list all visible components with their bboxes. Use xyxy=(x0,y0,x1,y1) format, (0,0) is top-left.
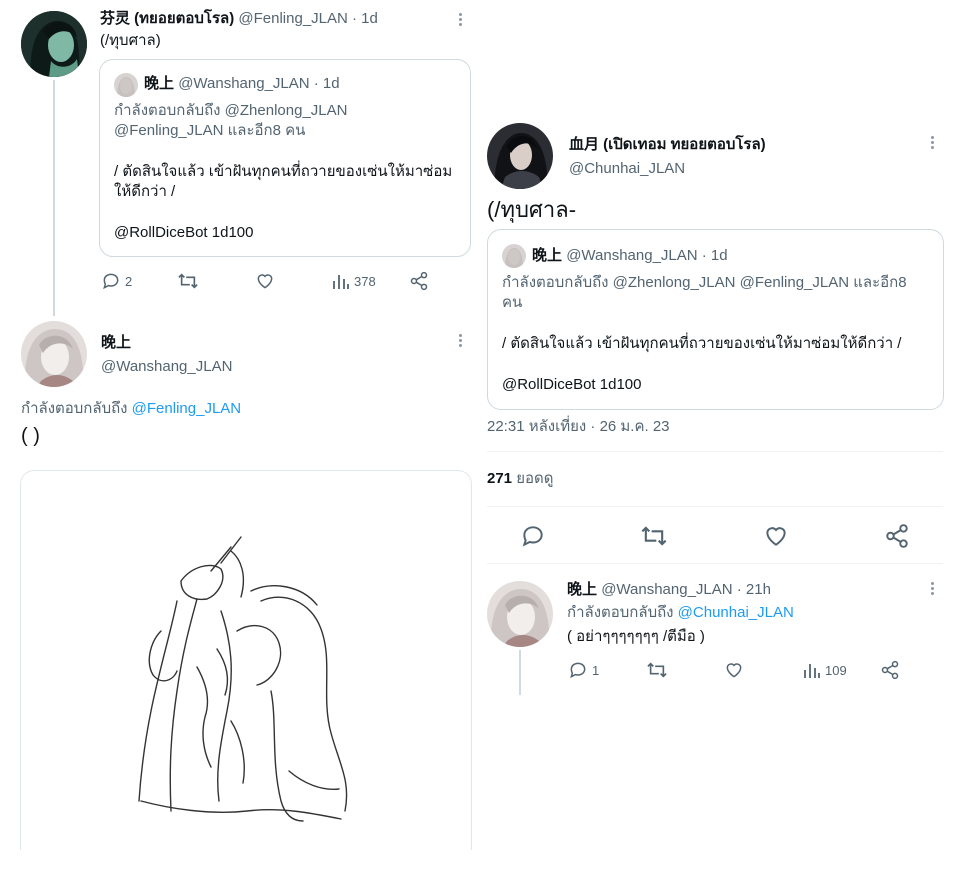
views-count: 109 xyxy=(825,662,847,678)
quoted-reply-context-1: กำลังตอบกลับถึง @Zhenlong_JLAN xyxy=(114,102,348,119)
sketch-drawing xyxy=(138,536,348,822)
tweet2-text: ( ) xyxy=(21,425,40,447)
like-button[interactable] xyxy=(763,523,789,549)
retweet-icon xyxy=(641,526,667,546)
like-button[interactable] xyxy=(255,271,275,291)
views-icon xyxy=(804,664,820,678)
like-button[interactable] xyxy=(724,660,744,680)
reply-button[interactable]: 2 xyxy=(101,271,132,291)
tweet-author-handle-time[interactable]: @Fenling_JLAN · 1d xyxy=(238,10,377,27)
quoted-reply-context-1: กำลังตอบกลับถึง @Zhenlong_JLAN @Fenling_… xyxy=(502,274,907,291)
main-author-name[interactable]: 血月 (เปิดเทอม ทยอยตอบโรล) xyxy=(569,135,766,155)
share-button[interactable] xyxy=(884,523,910,549)
divider xyxy=(487,563,943,564)
views-icon xyxy=(333,275,349,289)
quoted-avatar-image xyxy=(114,73,138,97)
reply-icon xyxy=(103,273,119,290)
reply-count: 1 xyxy=(592,662,600,678)
avatar-chunhai[interactable] xyxy=(487,123,553,189)
retweet-button[interactable] xyxy=(640,523,668,549)
quoted-body-line-3: @RollDiceBot 1d100 xyxy=(114,224,254,241)
reply-context-mention[interactable]: @Fenling_JLAN xyxy=(132,400,241,417)
quoted-author-handle-time: @Wanshang_JLAN · 1d xyxy=(178,75,340,92)
heart-icon xyxy=(726,663,742,678)
quoted-body-line-1: / ตัดสินใจแล้ว เข้าฝันทุกคนที่ถวายของเซ่… xyxy=(114,163,453,180)
reply-icon xyxy=(570,662,586,679)
reply-context-mention[interactable]: @Chunhai_JLAN xyxy=(678,604,794,621)
main-tweet-text: (/ทุบศาล- xyxy=(487,197,577,222)
quoted-reply-context-2: คน xyxy=(502,294,523,311)
reply-button[interactable] xyxy=(520,523,546,549)
tweet2-author-name[interactable]: 晚上 xyxy=(101,333,131,353)
tweet-timestamp[interactable]: 22:31 หลังเที่ยง · 26 ม.ค. 23 xyxy=(487,417,670,437)
thread-connector-line xyxy=(53,80,55,316)
reply-icon xyxy=(522,526,543,547)
thread-connector-line xyxy=(519,650,521,695)
heart-icon xyxy=(257,274,273,289)
views-button[interactable]: 109 xyxy=(803,660,847,680)
avatar-fenling[interactable] xyxy=(21,11,87,77)
reply-button[interactable]: 1 xyxy=(568,660,599,680)
reply-author-name[interactable]: 晚上 xyxy=(567,581,597,598)
avatar-chunhai-image xyxy=(487,123,553,189)
heart-icon xyxy=(766,527,786,546)
avatar-wanshang-image xyxy=(487,581,553,647)
retweet-icon xyxy=(178,273,198,289)
share-icon xyxy=(881,660,899,680)
views-number: 271 xyxy=(487,470,513,487)
quoted-author-handle-time: @Wanshang_JLAN · 1d xyxy=(566,247,728,264)
quoted-body-line-1: / ตัดสินใจแล้ว เข้าฝันทุกคนที่ถวายของเซ่… xyxy=(502,335,902,352)
quoted-avatar xyxy=(502,244,526,268)
retweet-button[interactable] xyxy=(177,271,199,291)
avatar-fenling-image xyxy=(21,11,87,77)
tweet2-author-handle[interactable]: @Wanshang_JLAN xyxy=(101,357,232,377)
quoted-body-line-2: ให้ดีกว่า / xyxy=(114,183,176,200)
more-options-icon[interactable] xyxy=(459,13,463,28)
quoted-author-name: 晚上 xyxy=(532,247,563,264)
retweet-button[interactable] xyxy=(646,660,668,680)
more-options-icon[interactable] xyxy=(459,334,463,349)
tweet-author-name[interactable]: 芬灵 (ทยอยตอบโรล) xyxy=(100,10,234,27)
quoted-avatar xyxy=(114,73,138,97)
more-options-icon[interactable] xyxy=(931,582,935,597)
divider xyxy=(487,451,943,452)
reply-context-prefix: กำลังตอบกลับถึง xyxy=(21,400,128,417)
more-options-icon[interactable] xyxy=(931,136,935,151)
tweet-text: (/ทุบศาล) xyxy=(100,32,161,49)
divider xyxy=(487,506,943,507)
share-button[interactable] xyxy=(880,660,900,680)
views-count: 378 xyxy=(354,273,376,289)
reply-count: 2 xyxy=(125,273,133,289)
share-icon xyxy=(886,524,908,548)
quoted-author-name: 晚上 xyxy=(144,75,175,92)
reply-author-handle-time[interactable]: @Wanshang_JLAN · 21h xyxy=(601,581,771,598)
share-button[interactable] xyxy=(409,271,429,291)
tweet-image[interactable] xyxy=(20,470,472,850)
reply-context-prefix: กำลังตอบกลับถึง xyxy=(567,604,674,621)
views-button[interactable]: 378 xyxy=(332,271,376,291)
quoted-avatar-image xyxy=(502,244,526,268)
quoted-reply-context-2: @Fenling_JLAN และอีก8 คน xyxy=(114,122,306,139)
reply-text: ( อย่าๆๆๆๆๆๆๆ /ตีมือ ) xyxy=(567,628,705,645)
main-author-handle[interactable]: @Chunhai_JLAN xyxy=(569,159,685,179)
retweet-icon xyxy=(647,662,667,678)
avatar-wanshang-image xyxy=(21,321,87,387)
share-icon xyxy=(410,271,428,291)
quoted-body-line-2: @RollDiceBot 1d100 xyxy=(502,376,642,393)
avatar-wanshang[interactable] xyxy=(487,581,553,647)
views-label: ยอดดู xyxy=(516,470,554,487)
avatar-wanshang[interactable] xyxy=(21,321,87,387)
